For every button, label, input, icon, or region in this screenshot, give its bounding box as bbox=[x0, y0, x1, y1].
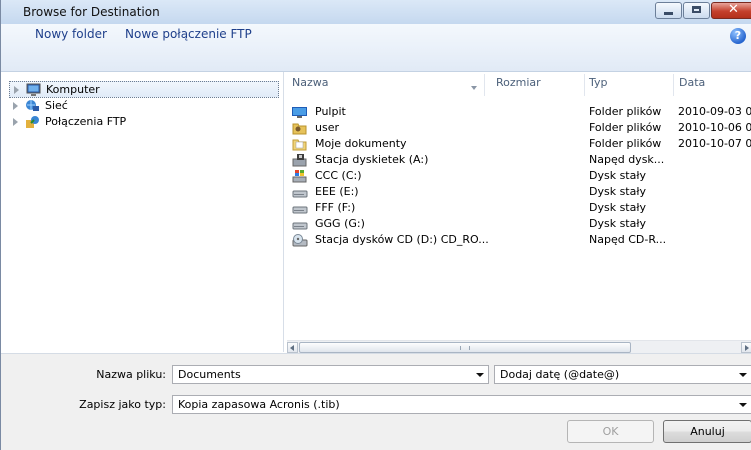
file-date: 2010-10-07 02 bbox=[678, 137, 751, 150]
computer-icon bbox=[26, 83, 41, 96]
file-name: EEE (E:) bbox=[315, 185, 359, 198]
filename-field[interactable]: Documents bbox=[172, 365, 489, 384]
tree-item-komputer[interactable]: Komputer bbox=[9, 81, 279, 98]
file-type: Folder plików bbox=[589, 121, 662, 134]
file-type: Folder plików bbox=[589, 137, 662, 150]
chevron-down-icon[interactable] bbox=[476, 373, 484, 377]
file-name: CCC (C:) bbox=[315, 169, 362, 182]
column-separator[interactable] bbox=[584, 74, 585, 96]
documents-folder-icon bbox=[292, 139, 307, 151]
expand-arrow-icon[interactable] bbox=[13, 118, 18, 126]
file-type: Dysk stały bbox=[589, 185, 646, 198]
floppy-drive-icon bbox=[292, 154, 307, 167]
cancel-button[interactable]: Anuluj bbox=[663, 420, 751, 443]
maximize-button[interactable] bbox=[683, 2, 710, 19]
file-type: Dysk stały bbox=[589, 169, 646, 182]
list-item[interactable]: Pulpit Folder plików 2010-09-03 03 bbox=[287, 104, 751, 120]
tree-item-label: Komputer bbox=[46, 83, 100, 96]
file-name: FFF (F:) bbox=[315, 201, 356, 214]
network-icon bbox=[26, 100, 39, 111]
file-name: Pulpit bbox=[315, 105, 346, 118]
close-button[interactable]: ✕ bbox=[711, 2, 751, 19]
file-type: Dysk stały bbox=[589, 217, 646, 230]
list-item[interactable]: Stacja dyskietek (A:) Napęd dysk... bbox=[287, 152, 751, 168]
browse-dialog: Browse for Destination ✕ Nowy folder Now… bbox=[0, 0, 751, 450]
pane-divider[interactable] bbox=[283, 72, 284, 352]
list-item[interactable]: user Folder plików 2010-10-06 01 bbox=[287, 120, 751, 136]
grip-icon bbox=[460, 346, 470, 350]
date-option-select[interactable]: Dodaj datę (@date@) bbox=[494, 365, 751, 384]
ftp-connections-icon bbox=[26, 116, 39, 128]
folder-tree: Komputer Sieć Połączenia FTP bbox=[9, 75, 283, 350]
list-item[interactable]: CCC (C:) Dysk stały bbox=[287, 168, 751, 184]
column-header-date[interactable]: Data bbox=[679, 76, 705, 89]
expand-arrow-icon[interactable] bbox=[14, 86, 19, 94]
maximize-icon bbox=[692, 6, 701, 13]
save-type-label: Zapisz jako typ: bbox=[79, 398, 166, 411]
toolbar bbox=[1, 24, 751, 72]
desktop-icon bbox=[292, 107, 307, 118]
chevron-down-icon[interactable] bbox=[739, 373, 747, 377]
window-title: Browse for Destination bbox=[23, 5, 160, 19]
scroll-right-button[interactable] bbox=[741, 342, 751, 353]
column-header-name[interactable]: Nazwa bbox=[292, 76, 328, 89]
list-item[interactable]: FFF (F:) Dysk stały bbox=[287, 200, 751, 216]
horizontal-scrollbar[interactable] bbox=[287, 340, 751, 354]
filename-label: Nazwa pliku: bbox=[96, 368, 166, 381]
file-type: Folder plików bbox=[589, 105, 662, 118]
ok-button[interactable]: OK bbox=[567, 420, 654, 443]
scroll-thumb[interactable] bbox=[299, 342, 631, 353]
sort-arrow-icon bbox=[471, 86, 477, 90]
list-item[interactable]: Stacja dysków CD (D:) CD_RO... Napęd CD-… bbox=[287, 232, 751, 248]
file-name: Stacja dysków CD (D:) CD_RO... bbox=[315, 233, 489, 246]
hard-drive-icon bbox=[292, 206, 308, 214]
list-item[interactable]: EEE (E:) Dysk stały bbox=[287, 184, 751, 200]
save-type-select[interactable]: Kopia zapasowa Acronis (.tib) bbox=[172, 395, 751, 414]
date-option-value: Dodaj datę (@date@) bbox=[500, 368, 620, 381]
column-separator[interactable] bbox=[673, 74, 674, 96]
filename-value: Documents bbox=[178, 368, 241, 381]
new-ftp-connection-button[interactable]: Nowe połączenie FTP bbox=[125, 27, 252, 41]
file-name: user bbox=[315, 121, 339, 134]
tree-item-label: Połączenia FTP bbox=[45, 115, 127, 128]
system-drive-icon bbox=[292, 170, 307, 183]
file-type: Napęd dysk... bbox=[589, 153, 665, 166]
minimize-button[interactable] bbox=[655, 2, 682, 19]
title-bar[interactable]: Browse for Destination ✕ bbox=[1, 0, 751, 25]
file-type: Napęd CD-R... bbox=[589, 233, 667, 246]
file-type: Dysk stały bbox=[589, 201, 646, 214]
scroll-left-button[interactable] bbox=[287, 342, 298, 353]
chevron-down-icon[interactable] bbox=[739, 403, 747, 407]
help-icon[interactable]: ? bbox=[730, 28, 746, 44]
new-folder-button[interactable]: Nowy folder bbox=[35, 27, 107, 41]
cd-drive-icon bbox=[292, 234, 308, 247]
save-type-value: Kopia zapasowa Acronis (.tib) bbox=[178, 398, 340, 411]
list-item[interactable]: Moje dokumenty Folder plików 2010-10-07 … bbox=[287, 136, 751, 152]
minimize-icon bbox=[664, 12, 673, 15]
hard-drive-icon bbox=[292, 222, 308, 230]
tree-item-siec[interactable]: Sieć bbox=[9, 98, 279, 115]
column-header-type[interactable]: Typ bbox=[589, 76, 608, 89]
file-name: Moje dokumenty bbox=[315, 137, 407, 150]
file-date: 2010-09-03 03 bbox=[678, 105, 751, 118]
tree-item-ftp[interactable]: Połączenia FTP bbox=[9, 114, 279, 131]
hard-drive-icon bbox=[292, 190, 308, 198]
file-name: Stacja dyskietek (A:) bbox=[315, 153, 429, 166]
tree-item-label: Sieć bbox=[45, 99, 68, 112]
column-separator[interactable] bbox=[484, 74, 485, 96]
file-name: GGG (G:) bbox=[315, 217, 365, 230]
user-folder-icon bbox=[292, 123, 307, 135]
scroll-right-icon bbox=[745, 345, 749, 351]
column-header-size[interactable]: Rozmiar bbox=[496, 76, 541, 89]
file-date: 2010-10-06 01 bbox=[678, 121, 751, 134]
close-icon: ✕ bbox=[728, 2, 739, 17]
scroll-left-icon bbox=[290, 345, 294, 351]
list-item[interactable]: GGG (G:) Dysk stały bbox=[287, 216, 751, 232]
expand-arrow-icon[interactable] bbox=[13, 102, 18, 110]
